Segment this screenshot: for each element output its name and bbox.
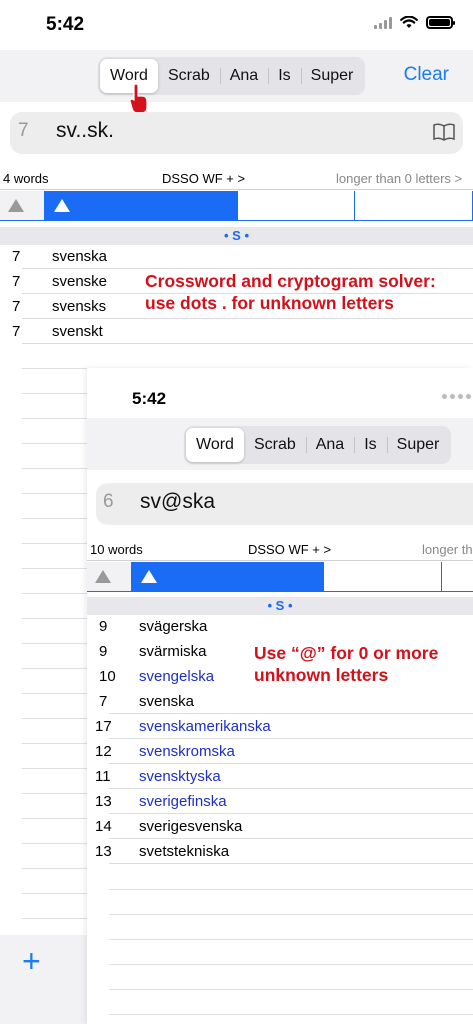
signal-icon [374, 16, 392, 29]
tab-is[interactable]: Is [268, 59, 300, 93]
search-length: 7 [18, 120, 29, 141]
sort-tab-active[interactable] [44, 191, 238, 220]
battery-icon [426, 16, 455, 29]
list-item[interactable]: 13 sverigefinska [87, 789, 473, 814]
tab-is[interactable]: Is [354, 428, 386, 462]
list-item[interactable]: 9 svägerska [87, 614, 473, 639]
clear-button[interactable]: Clear [404, 64, 449, 86]
search-input[interactable]: sv@ska [140, 490, 215, 514]
results-info-row: 10 words DSSO WF + > longer th [87, 537, 473, 561]
status-icons [374, 16, 455, 29]
tab-word[interactable]: Word [186, 428, 244, 462]
sort-bar [0, 191, 473, 221]
length-filter[interactable]: longer than 0 letters > [336, 171, 462, 186]
sort-tab-active[interactable] [131, 562, 324, 591]
list-item[interactable]: 12 svenskromska [87, 739, 473, 764]
bottom-bar [0, 935, 87, 1024]
status-time: 5:42 [46, 14, 85, 35]
sort-bar [87, 562, 473, 592]
search-input[interactable]: sv..sk. [56, 119, 114, 143]
word-count: 10 words [90, 542, 143, 557]
list-item[interactable]: 7 svenskt [0, 319, 473, 344]
hand-pointer-icon [129, 84, 148, 114]
tab-super[interactable]: Super [386, 428, 450, 462]
triangle-up-icon [141, 570, 157, 583]
status-time: 5:42 [132, 389, 167, 408]
list-item[interactable]: 17 svenskamerikanska [87, 714, 473, 739]
add-button[interactable]: + [22, 945, 41, 977]
book-icon[interactable] [433, 123, 455, 141]
dsso-filter[interactable]: DSSO WF + > [248, 542, 331, 557]
wifi-icon [400, 16, 418, 28]
section-header: • S • [0, 227, 473, 245]
tab-ana[interactable]: Ana [219, 59, 268, 93]
annotation-text: Use “@” for 0 or more unknown letters [254, 643, 439, 685]
second-screenshot-panel: 5:42 Word Scrab Ana Is Super 6 sv@ska 10… [87, 368, 473, 1024]
tab-ana[interactable]: Ana [305, 428, 354, 462]
list-item[interactable]: 14 sverigesvenska [87, 814, 473, 839]
tab-scrab[interactable]: Scrab [244, 428, 306, 462]
section-header: • S • [87, 597, 473, 615]
top-toolbar: Word Scrab Ana Is Super Clear [0, 50, 473, 102]
tab-super[interactable]: Super [300, 59, 364, 93]
list-item[interactable]: 13 svetstekniska [87, 839, 473, 864]
triangle-up-icon [54, 199, 70, 212]
status-bar: 5:42 [0, 0, 473, 50]
annotation-text: Crossword and cryptogram solver: use dot… [145, 271, 436, 313]
search-field[interactable]: 6 sv@ska [96, 483, 473, 525]
dsso-filter[interactable]: DSSO WF + > [162, 171, 245, 186]
length-filter[interactable]: longer th [422, 542, 473, 557]
tab-scrab[interactable]: Scrab [158, 59, 220, 93]
search-length: 6 [103, 491, 114, 512]
sort-tab-gray[interactable] [87, 562, 131, 591]
sort-tab-gray[interactable] [0, 191, 44, 220]
results-info-row: 4 words DSSO WF + > longer than 0 letter… [0, 166, 473, 190]
list-item[interactable]: 7 svenska [0, 244, 473, 269]
mode-segmented-control: Word Scrab Ana Is Super [184, 426, 452, 464]
word-count: 4 words [3, 171, 49, 186]
triangle-up-icon [95, 570, 111, 583]
list-item[interactable]: 11 svensktyska [87, 764, 473, 789]
more-dots-icon [442, 394, 471, 399]
list-item[interactable]: 7 svenska [87, 689, 473, 714]
search-field[interactable]: 7 sv..sk. [10, 112, 463, 154]
top-toolbar: Word Scrab Ana Is Super [87, 418, 473, 470]
triangle-up-icon [8, 199, 24, 212]
